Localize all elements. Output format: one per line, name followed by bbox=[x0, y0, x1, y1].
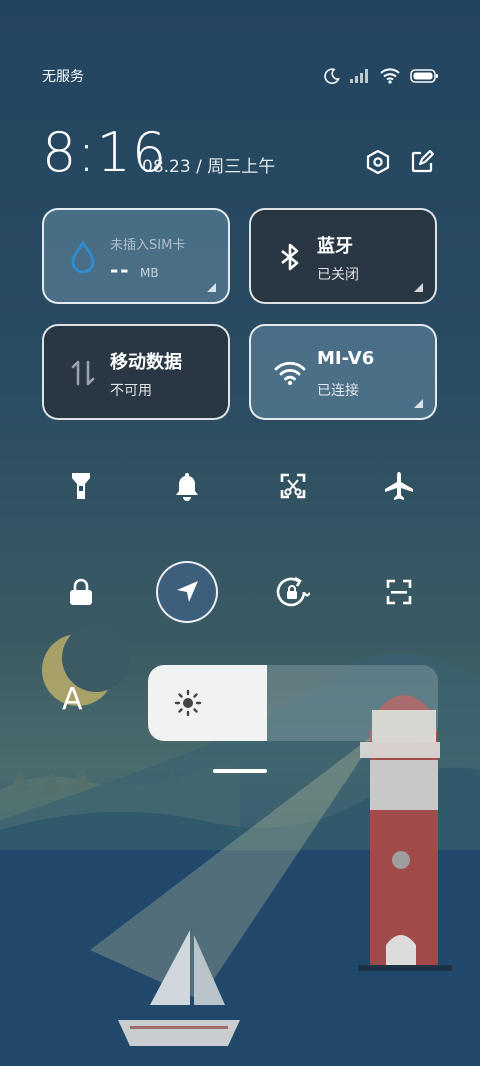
sun-icon bbox=[174, 689, 202, 717]
lock-toggle[interactable] bbox=[28, 562, 134, 622]
scan-toggle[interactable] bbox=[346, 562, 452, 622]
tile-wifi-subtitle: 已连接 bbox=[317, 383, 359, 399]
edit-icon bbox=[411, 150, 434, 173]
tile-data-usage-value: -- bbox=[110, 258, 131, 282]
tile-wifi-title: MI-V6 bbox=[317, 348, 375, 369]
settings-button[interactable] bbox=[364, 148, 392, 176]
toggle-row-2 bbox=[0, 561, 480, 623]
status-icons bbox=[324, 68, 438, 84]
brightness-slider[interactable] bbox=[148, 665, 438, 741]
carrier-label: 无服务 bbox=[42, 69, 84, 85]
location-icon bbox=[177, 581, 198, 602]
bluetooth-icon bbox=[271, 238, 309, 276]
screenshot-toggle[interactable] bbox=[240, 456, 346, 516]
scan-icon bbox=[386, 579, 412, 605]
rotation-lock-icon bbox=[276, 576, 310, 607]
airplane-icon bbox=[385, 472, 413, 500]
mobile-data-icon bbox=[64, 354, 102, 392]
screenshot-icon bbox=[280, 473, 306, 499]
tile-mobile-data[interactable]: 移动数据 不可用 bbox=[42, 324, 230, 420]
tile-expand-corner bbox=[414, 399, 423, 408]
tile-bluetooth[interactable]: 蓝牙 已关闭 bbox=[249, 208, 437, 304]
wifi-icon bbox=[380, 68, 400, 84]
tile-mobile-data-subtitle: 不可用 bbox=[110, 383, 152, 399]
auto-brightness-button[interactable]: A bbox=[62, 682, 83, 717]
wifi-icon bbox=[271, 354, 309, 392]
signal-icon bbox=[350, 69, 368, 83]
moon-icon bbox=[324, 68, 340, 84]
flashlight-icon bbox=[72, 473, 90, 499]
flashlight-toggle[interactable] bbox=[28, 456, 134, 516]
tile-expand-corner bbox=[414, 283, 423, 292]
tile-data-usage-unit: MB bbox=[140, 266, 159, 280]
tile-data-usage-title: 未插入SIM卡 bbox=[110, 238, 186, 253]
tile-mobile-data-title: 移动数据 bbox=[110, 352, 182, 373]
sound-toggle[interactable] bbox=[134, 456, 240, 516]
location-toggle[interactable] bbox=[134, 561, 240, 623]
airplane-toggle[interactable] bbox=[346, 456, 452, 516]
header: 8:16 08.23 / 周三上午 bbox=[42, 122, 438, 184]
tile-bluetooth-title: 蓝牙 bbox=[317, 236, 353, 257]
date-label: 08.23 / 周三上午 bbox=[142, 157, 276, 177]
battery-icon bbox=[410, 69, 438, 83]
panel-drag-handle[interactable] bbox=[213, 769, 267, 773]
brightness-fill bbox=[148, 665, 267, 741]
toggle-row-1 bbox=[0, 456, 480, 516]
lock-icon bbox=[70, 578, 92, 605]
rotation-lock-toggle[interactable] bbox=[240, 562, 346, 622]
settings-icon bbox=[366, 149, 390, 175]
tile-expand-corner bbox=[207, 283, 216, 292]
bell-icon bbox=[176, 473, 198, 501]
tile-data-usage[interactable]: 未插入SIM卡 -- MB bbox=[42, 208, 230, 304]
drop-icon bbox=[64, 238, 102, 276]
tile-wifi[interactable]: MI-V6 已连接 bbox=[249, 324, 437, 420]
status-bar: 无服务 bbox=[42, 60, 438, 92]
edit-button[interactable] bbox=[408, 148, 436, 176]
tile-bluetooth-subtitle: 已关闭 bbox=[317, 267, 359, 283]
